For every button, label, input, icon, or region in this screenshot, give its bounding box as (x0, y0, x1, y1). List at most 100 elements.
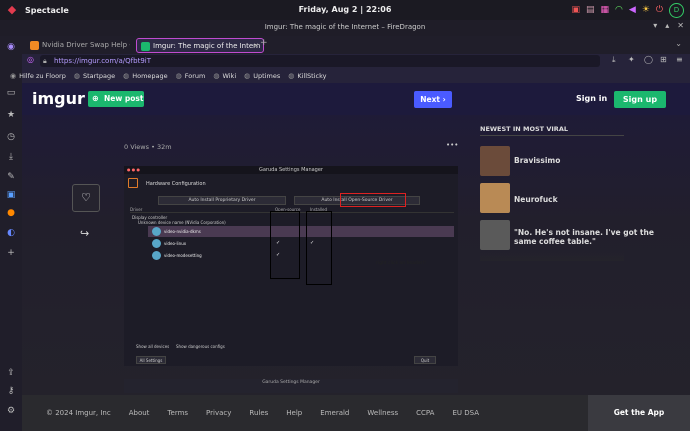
shield-icon[interactable]: ◎ (27, 55, 34, 64)
menu-icon[interactable]: ≡ (676, 55, 683, 64)
url-text: https://imgur.com/a/Qfbt9iT (54, 57, 151, 65)
footer-link-about[interactable]: About (129, 409, 150, 417)
driver-icon (152, 251, 161, 260)
add-panel-icon[interactable]: + (4, 246, 18, 260)
imgur-logo[interactable]: imgur (32, 89, 85, 108)
viral-thumbnail[interactable] (480, 146, 510, 176)
tab-list-icon[interactable]: ⌄ (675, 39, 682, 48)
lock-icon[interactable]: 🔒︎ (43, 55, 47, 67)
floorp-icon[interactable]: ◉ (4, 40, 18, 54)
volume-icon[interactable]: ◀ (629, 2, 636, 18)
bookmark-star-icon[interactable]: ★ (4, 108, 18, 122)
divider (480, 135, 624, 136)
tab-bar: Nvidia Driver Swap Help - Issu Imgur: Th… (22, 36, 690, 54)
garuda-logo-icon[interactable]: ◆ (5, 3, 19, 17)
save-to-pocket-icon[interactable]: ⤓ (612, 55, 616, 65)
favorite-heart-icon[interactable]: ♡ (72, 184, 100, 212)
share-arrow-icon[interactable]: ↪ (80, 227, 89, 240)
quit-button[interactable]: Quit (414, 356, 436, 364)
notes-icon[interactable]: ✎ (4, 170, 18, 184)
footer-link-privacy[interactable]: Privacy (206, 409, 231, 417)
brightness-icon[interactable]: ☀ (642, 2, 650, 18)
viral-title[interactable]: Bravissimo (514, 156, 560, 165)
new-post-button[interactable]: ⊕ New post (88, 91, 144, 107)
footer-link-wellness[interactable]: Wellness (367, 409, 398, 417)
driver-name[interactable]: video-modesetting (164, 253, 202, 258)
tab-imgur[interactable]: Imgur: The magic of the Intern ✕ (136, 38, 264, 53)
gsm-window-title: Garuda Settings Manager (124, 166, 458, 174)
extensions-icon[interactable]: ✦ (628, 55, 635, 64)
post-image[interactable]: Garuda Settings Manager ● ● ● Hardware C… (124, 166, 458, 366)
annotation-note: right click on header!! (376, 261, 426, 266)
url-field[interactable]: 🔒︎ https://imgur.com/a/Qfbt9iT (40, 55, 600, 67)
puzzle-icon[interactable]: ⊞ (660, 55, 667, 64)
next-button[interactable]: Next › (414, 91, 452, 108)
share-icon[interactable]: ⇪ (4, 366, 18, 380)
system-tray: ▣ ▤ ▦ ◠ ◀ ☀ ⏻ D (571, 2, 684, 18)
download-icon[interactable]: ⤓ (4, 150, 18, 164)
active-app-name: Spectacle (25, 5, 69, 15)
viral-title[interactable]: Neurofuck (514, 195, 558, 204)
footer-link-help[interactable]: Help (286, 409, 302, 417)
globe-icon: ◍ (213, 71, 220, 80)
navigation-bar: ◎ 🔒︎ https://imgur.com/a/Qfbt9iT ⤓ ✦ ◯ ⊞… (22, 54, 690, 68)
close-icon[interactable]: ✕ (677, 21, 684, 30)
firefox-icon[interactable]: ● (4, 206, 18, 220)
web-panel-icon[interactable]: ◐ (4, 226, 18, 240)
avatar[interactable]: D (669, 2, 684, 18)
footer-link-rules[interactable]: Rules (249, 409, 268, 417)
globe-icon: ◍ (244, 71, 251, 80)
bookmark-uptimes[interactable]: ◍ Uptimes (244, 72, 280, 80)
bookmark-forum[interactable]: ◍ Forum (176, 72, 206, 80)
clipboard-icon[interactable]: ▤ (586, 2, 595, 18)
account-icon[interactable]: ◯ (644, 55, 653, 64)
imgur-favicon-icon (141, 42, 150, 51)
close-tab-icon[interactable]: ✕ (253, 39, 259, 52)
bookmark-wiki[interactable]: ◍ Wiki (213, 72, 236, 80)
power-icon[interactable]: ⏻ (656, 2, 663, 18)
top-panel: ◆ Spectacle Friday, Aug 2 | 22:06 ▣ ▤ ▦ … (0, 0, 690, 20)
tabs-icon[interactable]: ▭ (4, 86, 18, 100)
driver-name[interactable]: video-linux (164, 241, 186, 246)
translate-icon[interactable]: ▣ (4, 188, 18, 202)
footer: © 2024 Imgur, Inc About Terms Privacy Ru… (22, 395, 690, 431)
history-icon[interactable]: ◷ (4, 130, 18, 144)
tree-nvidia-device[interactable]: Unknown device name (NVidia Corporation) (138, 220, 226, 225)
auto-install-proprietary-button[interactable]: Auto Install Proprietary Driver (158, 196, 286, 205)
new-tab-icon[interactable]: + (260, 38, 268, 48)
bookmark-startpage[interactable]: ◍ Startpage (74, 72, 115, 80)
hardware-icon (128, 178, 138, 188)
footer-link-ccpa[interactable]: CCPA (416, 409, 434, 417)
window-controls: ▾ ▴ ✕ (653, 21, 684, 30)
package-icon[interactable]: ▣ (571, 2, 580, 18)
all-settings-button[interactable]: All Settings (136, 356, 166, 364)
settings-gear-icon[interactable]: ⚙ (4, 404, 18, 418)
gsm-window-title-2: Garuda Settings Manager (262, 380, 320, 385)
driver-name: video-nvidia-dkms (164, 229, 201, 234)
viral-title[interactable]: "No. He's not insane. I've got the same … (514, 228, 654, 246)
minimize-icon[interactable]: ▾ (653, 21, 657, 30)
calendar-icon[interactable]: ▦ (601, 2, 610, 18)
wifi-icon[interactable]: ◠ (615, 2, 623, 18)
show-all-devices[interactable]: Show all devices (136, 344, 169, 349)
maximize-icon[interactable]: ▴ (665, 21, 669, 30)
footer-link-terms[interactable]: Terms (167, 409, 188, 417)
bookmark-killsticky[interactable]: ◍ KillSticky (288, 72, 326, 80)
viral-thumbnail[interactable] (480, 220, 510, 250)
bookmark-hilfe[interactable]: ◉ Hilfe zu Floorp (10, 72, 66, 80)
footer-link-eu-dsa[interactable]: EU DSA (452, 409, 479, 417)
chevron-right-icon: › (442, 95, 446, 104)
sign-up-button[interactable]: Sign up (614, 91, 666, 108)
bookmark-homepage[interactable]: ◍ Homepage (123, 72, 168, 80)
viral-thumbnail[interactable] (480, 183, 510, 213)
sign-in-link[interactable]: Sign in (576, 94, 607, 103)
tab-nvidia-help[interactable]: Nvidia Driver Swap Help - Issu (26, 38, 130, 53)
window-dots-icon: ● ● ● (127, 167, 141, 172)
get-the-app-button[interactable]: Get the App (588, 395, 690, 431)
key-icon[interactable]: ⚷ (4, 384, 18, 398)
sidebar-title: NEWEST IN MOST VIRAL (480, 125, 568, 133)
more-options-icon[interactable]: ••• (446, 141, 458, 149)
show-dangerous-configs[interactable]: Show dangerous configs (176, 344, 225, 349)
footer-link-emerald[interactable]: Emerald (320, 409, 349, 417)
post-image-2[interactable]: Garuda Settings Manager (124, 379, 458, 393)
